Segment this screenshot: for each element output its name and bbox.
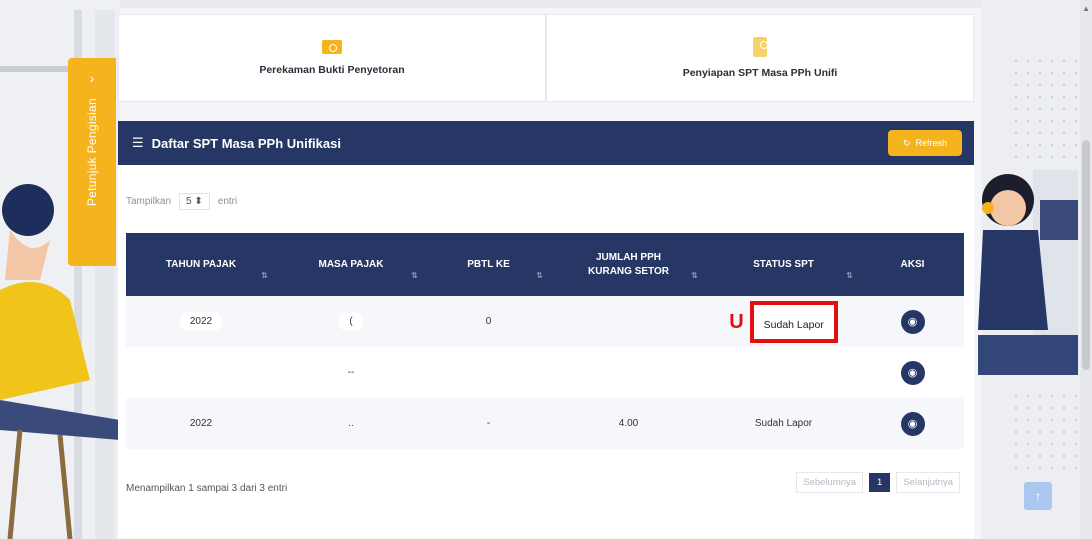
show-entries-prefix: Tampilkan <box>126 196 172 207</box>
cell-tahun: 2022 <box>189 418 213 429</box>
cell-pbtl: - <box>486 418 491 429</box>
table-row: -- ◉ <box>126 347 964 398</box>
scrollbar-thumb[interactable] <box>1082 140 1090 370</box>
cell-aksi: ◉ <box>861 398 964 449</box>
column-header-pbtl[interactable]: PBTL KE ⇅ <box>426 233 551 296</box>
document-icon <box>753 37 768 57</box>
refresh-label: Refresh <box>915 138 948 148</box>
panel-title: Daftar SPT Masa PPh Unifikasi <box>151 135 341 151</box>
scroll-up-arrow-icon[interactable]: ▲ <box>1082 4 1090 13</box>
entries-info: Menampilkan 1 sampai 3 dari 3 entri <box>126 483 288 494</box>
entries-select[interactable]: 5 ⬍ <box>179 193 210 210</box>
column-header-tahun[interactable]: TAHUN PAJAK ⇅ <box>126 233 276 296</box>
guide-tab-label: Petunjuk Pengisian <box>85 98 99 207</box>
column-header-masa[interactable]: MASA PAJAK ⇅ <box>276 233 426 296</box>
spt-list-panel: ☰ Daftar SPT Masa PPh Unifikasi ↻ Refres… <box>118 121 974 539</box>
card-prepare-spt[interactable]: Penyiapan SPT Masa PPh Unifi <box>546 14 974 102</box>
shelf-decoration <box>0 66 78 72</box>
cell-pbtl <box>426 347 551 398</box>
list-icon: ☰ <box>132 135 144 150</box>
cell-masa: ( <box>276 296 426 347</box>
panel-header: ☰ Daftar SPT Masa PPh Unifikasi ↻ Refres… <box>118 121 974 165</box>
pagination: Sebelumnya 1 Selanjutnya <box>796 472 960 493</box>
table-header-row: TAHUN PAJAK ⇅ MASA PAJAK ⇅ PBTL KE ⇅ JUMLAH… <box>126 233 964 296</box>
cell-tahun <box>126 347 276 398</box>
cell-masa: .. <box>348 418 354 429</box>
page-scrollbar[interactable]: ▲ <box>1080 0 1092 539</box>
chevron-right-icon: › <box>89 70 95 86</box>
refresh-icon: ↻ <box>902 137 911 148</box>
cell-masa: -- <box>347 367 355 378</box>
table-row: 2022 .. - 4.00 Sudah Lapor ◉ <box>126 398 964 449</box>
cell-tahun: 2022 <box>126 296 276 347</box>
cell-aksi: ◉ <box>861 296 964 347</box>
view-eye-icon[interactable]: ◉ <box>900 360 925 385</box>
page-1-button[interactable]: 1 <box>869 473 891 492</box>
dots-decoration <box>1010 390 1080 470</box>
spt-table: TAHUN PAJAK ⇅ MASA PAJAK ⇅ PBTL KE ⇅ JUMLAH… <box>126 233 964 449</box>
cell-aksi: ◉ <box>861 347 964 398</box>
card-record-payment-proof[interactable]: Perekaman Bukti Penyetoran <box>118 14 546 102</box>
support-agent-illustration <box>978 170 1078 375</box>
right-background: ↑ <box>978 0 1092 539</box>
overlay-mark: U <box>729 310 744 333</box>
column-header-status[interactable]: STATUS SPT ⇅ <box>706 233 861 296</box>
column-header-jumlah[interactable]: JUMLAH PPH KURANG SETOR ⇅ <box>551 233 706 296</box>
next-page-button[interactable]: Selanjutnya <box>896 472 960 493</box>
column-header-aksi: AKSI <box>900 258 925 270</box>
cell-jumlah: 4.00 <box>618 418 639 429</box>
cell-jumlah <box>551 347 706 398</box>
refresh-button[interactable]: ↻ Refresh <box>888 130 962 156</box>
prev-page-button[interactable]: Sebelumnya <box>796 472 864 493</box>
top-strip <box>0 0 1092 8</box>
scroll-to-top-button[interactable]: ↑ <box>1024 482 1052 510</box>
show-entries-suffix: entri <box>217 196 238 207</box>
payment-icon <box>322 40 342 54</box>
card-label: Perekaman Bukti Penyetoran <box>259 64 405 76</box>
view-eye-icon[interactable]: ◉ <box>900 309 925 334</box>
cell-status: U Sudah Lapor <box>706 296 861 347</box>
show-entries-control: Tampilkan 5 ⬍ entri <box>126 193 237 210</box>
cell-pbtl: 0 <box>485 316 492 327</box>
guide-side-tab[interactable]: › Petunjuk Pengisian <box>68 58 116 266</box>
dots-decoration <box>1010 55 1080 165</box>
view-eye-icon[interactable]: ◉ <box>900 411 925 436</box>
cell-status <box>706 347 861 398</box>
status-highlight-box: Sudah Lapor <box>749 300 838 343</box>
cell-jumlah <box>551 296 706 347</box>
cell-status: Sudah Lapor <box>754 418 813 429</box>
table-row: 2022 ( 0 U Sudah Lapor ◉ <box>126 296 964 347</box>
card-label: Penyiapan SPT Masa PPh Unifi <box>682 67 838 79</box>
